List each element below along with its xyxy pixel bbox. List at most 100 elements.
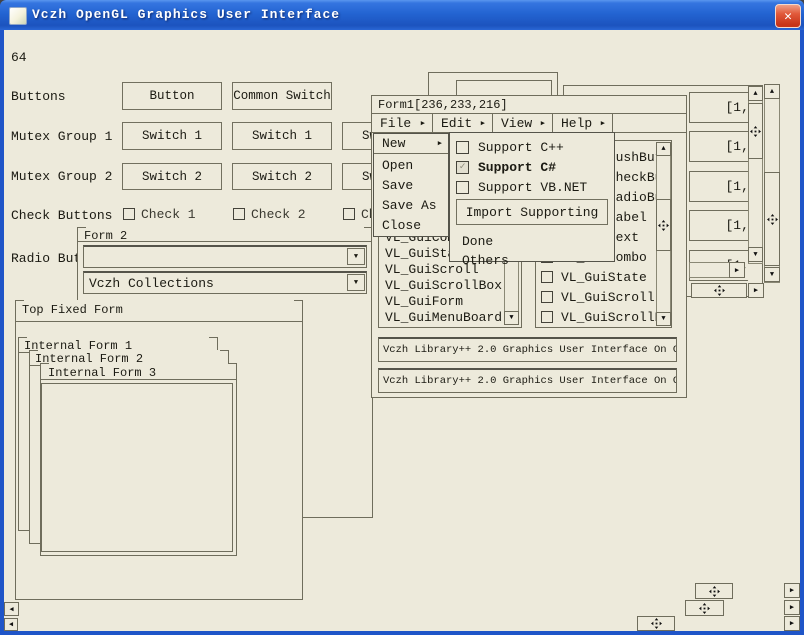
form2-combo2-dropdown-button[interactable]: ▼: [347, 274, 365, 291]
check1-checkbox[interactable]: [123, 208, 135, 220]
switch1-button-a[interactable]: Switch 1: [122, 122, 222, 150]
arrow-down-icon: ▼: [753, 251, 757, 259]
check-buttons-label: Check Buttons: [11, 208, 112, 223]
checklist-item[interactable]: VL_GuiScroll: [541, 287, 658, 307]
new-submenu-popup: Support C++ ✓ Support C# Support VB.NET I…: [449, 132, 615, 262]
check2-label: Check 2: [251, 207, 306, 222]
switch1-button-b[interactable]: Switch 1: [232, 122, 332, 150]
submenu-item-support-vb[interactable]: Support VB.NET: [456, 177, 587, 197]
menu-file[interactable]: File▶: [372, 113, 433, 133]
list-item[interactable]: VL_GuiScrollBox: [385, 277, 502, 293]
check1-label: Check 1: [141, 207, 196, 222]
submenu-item-done[interactable]: Done: [450, 231, 614, 251]
submenu-item-others[interactable]: Others: [450, 250, 614, 270]
inner-hscroll-right-button[interactable]: ▶: [729, 262, 745, 278]
close-button[interactable]: ✕: [775, 4, 801, 28]
hscroll-thumb-3[interactable]: [637, 616, 675, 631]
submenu-item-support-csharp[interactable]: ✓ Support C#: [456, 157, 556, 177]
status-field-1-text: Vczh Library++ 2.0 Graphics User Interfa…: [383, 344, 677, 356]
form2-combo1[interactable]: ▼: [83, 245, 367, 268]
outer-vscroll-down-button[interactable]: ▼: [764, 267, 780, 282]
outer-vscroll-thumb[interactable]: [764, 172, 780, 266]
arrow-up-icon: ▲: [770, 88, 774, 96]
menu-edit-label: Edit: [441, 116, 472, 131]
arrow-right-icon: ▶: [754, 286, 758, 295]
outer-hscroll-right-button[interactable]: ▶: [748, 283, 764, 298]
titlebar[interactable]: Vczh OpenGL Graphics User Interface ✕: [0, 0, 804, 30]
form2-title-underline: [77, 241, 373, 242]
bottomleft-hscroll-left-button-2[interactable]: ◀: [4, 618, 18, 631]
menu-arrow-icon: ▶: [541, 119, 545, 128]
hscroll-thumb-2[interactable]: [685, 600, 724, 616]
item-checkbox[interactable]: [541, 311, 553, 323]
inner-vscroll-up-button[interactable]: ▲: [748, 86, 763, 101]
hscroll-right-button-1[interactable]: ▶: [784, 583, 800, 598]
menu-item-new[interactable]: New ▶: [374, 134, 448, 154]
checklist-vscroll-thumb[interactable]: [656, 199, 671, 251]
submenu-done-label: Done: [462, 234, 493, 249]
bottomleft-hscroll-left-button-1[interactable]: ◀: [4, 602, 19, 616]
menu-item-new-label: New: [382, 136, 405, 151]
grid-cell[interactable]: [1,2]: [689, 171, 748, 202]
menu-edit[interactable]: Edit▶: [433, 113, 493, 133]
form2-combo2[interactable]: Vczh Collections ▼: [83, 271, 367, 294]
grid-cell[interactable]: [1,0]: [689, 92, 748, 123]
submenu-item-support-cpp[interactable]: Support C++: [456, 137, 564, 157]
item-checkbox[interactable]: [541, 271, 553, 283]
buttons-label: Buttons: [11, 89, 66, 104]
checklist-item[interactable]: VL_GuiScrollBox: [541, 307, 658, 327]
menu-item-close[interactable]: Close: [374, 215, 448, 235]
menu-item-save-as[interactable]: Save As: [374, 195, 448, 215]
checklist-item[interactable]: VL_GuiState: [541, 267, 658, 287]
import-supporting-button[interactable]: Import Supporting: [456, 199, 608, 225]
button-button[interactable]: Button: [122, 82, 222, 110]
arrow-right-icon: ▶: [790, 603, 794, 612]
support-csharp-checkbox[interactable]: ✓: [456, 161, 469, 174]
window-title: Vczh OpenGL Graphics User Interface: [32, 7, 340, 22]
check2-checkbox[interactable]: [233, 208, 245, 220]
menu-item-save[interactable]: Save: [374, 175, 448, 195]
listbox-vscroll-down-button[interactable]: ▼: [504, 311, 519, 325]
grid-cell[interactable]: [1,3]: [689, 210, 748, 241]
menu-arrow-icon: ▶: [438, 139, 442, 148]
support-vb-checkbox[interactable]: [456, 181, 469, 194]
menu-help[interactable]: Help▶: [553, 113, 613, 133]
status-field-2[interactable]: Vczh Library++ 2.0 Graphics User Interfa…: [378, 368, 677, 393]
outer-vscroll-up-button[interactable]: ▲: [764, 84, 780, 99]
list-item[interactable]: VL_GuiMenuBoard: [385, 309, 502, 325]
support-csharp-label: Support C#: [478, 160, 556, 175]
item-checkbox[interactable]: [541, 291, 553, 303]
move-icon: [714, 285, 725, 296]
radio-buttons-label: Radio Button: [11, 251, 77, 266]
inner-vscroll-thumb[interactable]: [748, 103, 763, 159]
hscroll-right-button-3[interactable]: ▶: [784, 616, 800, 631]
switch2-button-b[interactable]: Switch 2: [232, 163, 332, 190]
support-cpp-checkbox[interactable]: [456, 141, 469, 154]
common-switch-button[interactable]: Common Switch: [232, 82, 332, 110]
menu-item-open[interactable]: Open: [374, 155, 448, 175]
top-fixed-form-underline: [15, 321, 303, 322]
checklist-vscroll-up-button[interactable]: ▲: [656, 142, 671, 156]
checklist-vscroll-down-button[interactable]: ▼: [656, 312, 671, 326]
switch2-button-a[interactable]: Switch 2: [122, 163, 222, 190]
list-item[interactable]: VL_GuiForm: [385, 293, 463, 309]
check3-checkbox[interactable]: [343, 208, 355, 220]
menu-view[interactable]: View▶: [493, 113, 553, 133]
hscroll-thumb-1[interactable]: [695, 583, 733, 599]
form2-combo1-dropdown-button[interactable]: ▼: [347, 248, 365, 265]
inner-vscroll-down-button[interactable]: ▼: [748, 247, 763, 262]
status-field-1[interactable]: Vczh Library++ 2.0 Graphics User Interfa…: [378, 337, 677, 362]
grid-cell[interactable]: [1,1]: [689, 131, 748, 162]
outer-hscroll-thumb[interactable]: [691, 283, 747, 298]
chevron-down-icon: ▼: [354, 279, 358, 287]
menu-item-save-label: Save: [382, 178, 413, 193]
menu-help-label: Help: [561, 116, 592, 131]
submenu-others-label: Others: [462, 253, 509, 268]
support-vb-label: Support VB.NET: [478, 180, 587, 195]
arrow-up-icon: ▲: [753, 90, 757, 98]
chevron-down-icon: ▼: [354, 253, 358, 261]
arrow-down-icon: ▼: [661, 315, 665, 323]
arrow-left-icon: ◀: [9, 620, 13, 629]
checklist-item-label: VL_GuiState: [561, 270, 647, 285]
hscroll-right-button-2[interactable]: ▶: [784, 600, 800, 615]
